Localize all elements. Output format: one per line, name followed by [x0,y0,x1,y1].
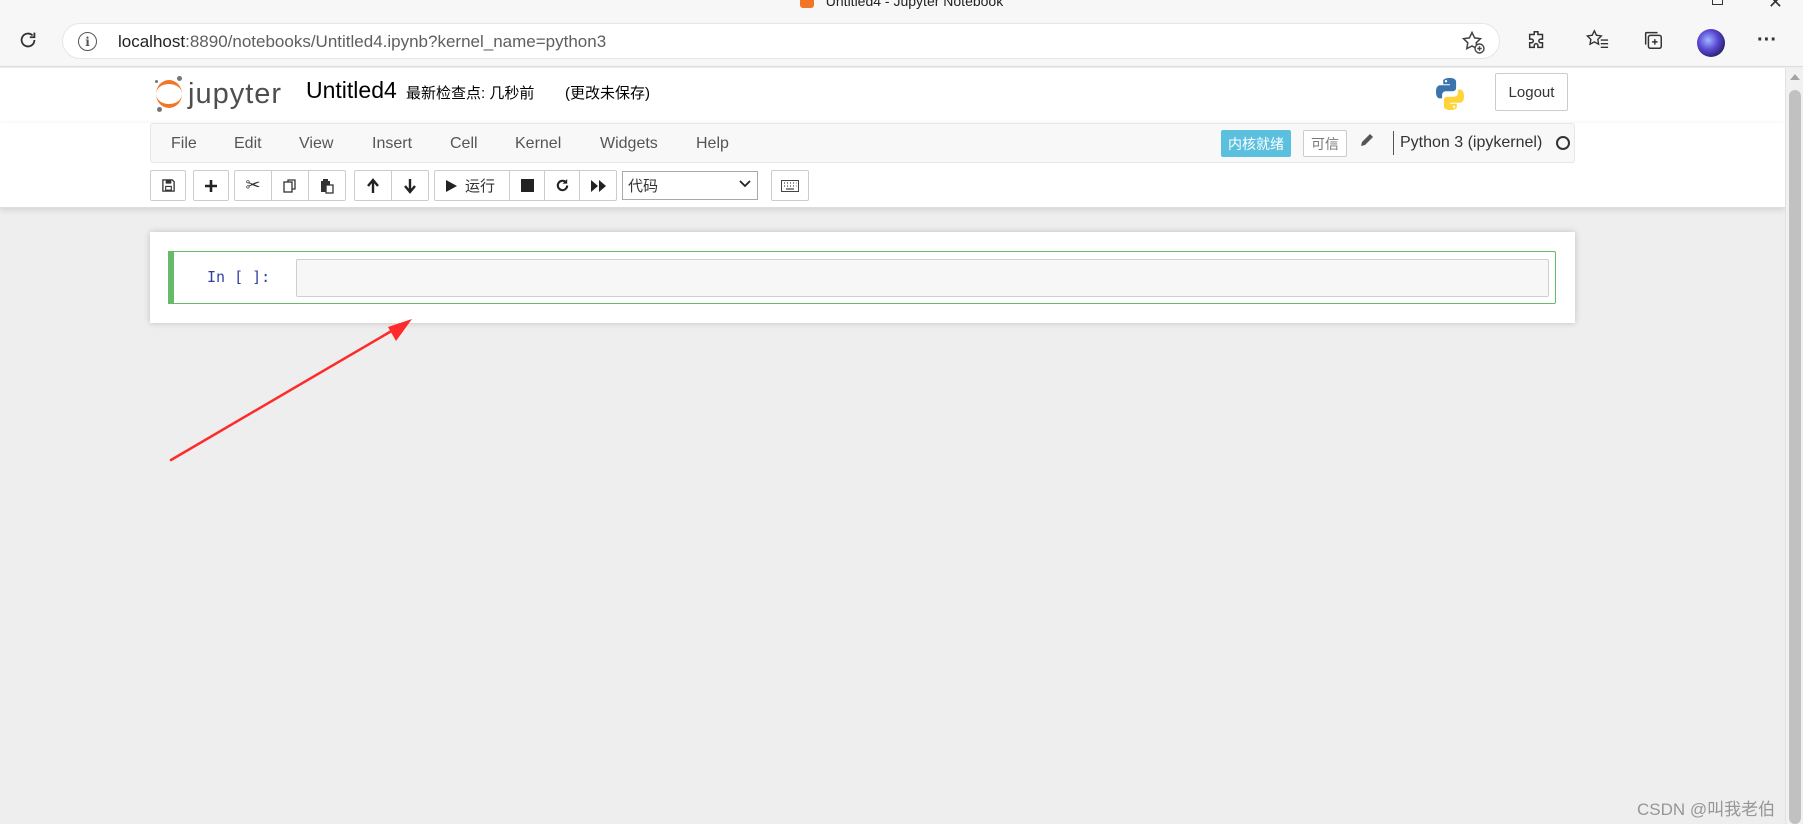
kernel-status-badge: 内核就绪 [1221,130,1291,157]
reload-icon[interactable] [13,25,43,55]
scrollbar-thumb[interactable] [1789,90,1801,824]
restart-icon [556,178,568,192]
checkpoint-status: 最新检查点: 几秒前 [406,85,535,102]
jupyter-logo-icon [154,76,184,112]
move-cell-up-button[interactable] [354,170,392,201]
python-logo-icon [1432,76,1468,112]
scroll-up-arrow-icon[interactable] [1790,74,1800,80]
csdn-watermark: CSDN @叫我老伯 [1637,800,1776,819]
trusted-badge[interactable]: 可信 [1303,130,1347,157]
browser-toolbar: i localhost:8890/notebooks/Untitled4.ipy… [0,12,1803,67]
fast-forward-icon [590,179,606,192]
jupyter-logo-text: jupyter [188,77,283,110]
annotation-arrow [169,319,412,462]
menubar: File Edit View Insert Cell Kernel Widget… [150,123,1575,163]
page-scrollbar[interactable] [1785,68,1803,824]
more-options-icon[interactable]: ··· [1752,25,1782,55]
play-icon [446,179,457,192]
extensions-icon[interactable] [1522,25,1552,55]
url-host: localhost [118,32,186,51]
restart-kernel-button[interactable] [544,170,580,201]
keyboard-icon [781,179,799,192]
paste-cell-button[interactable] [308,170,346,201]
menu-insert[interactable]: Insert [372,135,412,153]
insert-cell-button[interactable] [193,170,229,201]
paste-icon [321,178,334,194]
site-info-icon[interactable]: i [78,32,97,51]
window-title: Untitled4 - Jupyter Notebook [0,0,1803,9]
menu-file[interactable]: File [171,135,197,153]
address-bar[interactable]: i localhost:8890/notebooks/Untitled4.ipy… [62,23,1500,59]
copy-cell-button[interactable] [271,170,309,201]
jupyter-favicon-icon [799,0,814,8]
kernel-name[interactable]: Python 3 (ipykernel) [1400,134,1542,152]
restart-run-all-button[interactable] [579,170,617,201]
save-button[interactable] [150,170,186,201]
run-button-label: 运行 [465,178,496,195]
menu-view[interactable]: View [299,135,333,153]
url-text[interactable]: localhost:8890/notebooks/Untitled4.ipynb… [118,32,606,52]
input-prompt: In [ ]: [207,268,271,286]
cell-type-select[interactable]: 代码 [622,171,758,200]
cell-selection-bar [168,251,174,304]
edit-mode-pencil-icon [1359,132,1375,153]
arrow-down-icon [404,178,416,194]
url-path: :8890/notebooks/Untitled4.ipynb?kernel_n… [185,32,607,51]
collections-icon[interactable] [1638,25,1668,55]
menu-cell[interactable]: Cell [450,135,478,153]
copy-icon [283,178,296,193]
add-favorite-icon[interactable] [1461,30,1485,60]
menu-edit[interactable]: Edit [234,135,262,153]
restore-window-icon[interactable] [1712,0,1723,5]
kernel-separator [1393,131,1394,155]
profile-avatar[interactable] [1697,29,1725,57]
jupyter-header: jupyter Untitled4 最新检查点: 几秒前 (更改未保存) Log… [0,68,1785,123]
autosave-status: (更改未保存) [565,85,650,102]
window-titlebar: Untitled4 - Jupyter Notebook ✕ [0,0,1803,12]
menu-kernel[interactable]: Kernel [515,135,561,153]
cut-cell-button[interactable]: ✂ [234,170,272,201]
kernel-idle-indicator-icon [1556,136,1570,150]
notebook-name[interactable]: Untitled4 [306,77,397,104]
interrupt-kernel-button[interactable] [509,170,545,201]
arrow-up-icon [367,177,379,193]
cell-type-value: 代码 [628,178,659,195]
command-palette-button[interactable] [771,170,809,201]
close-window-icon[interactable]: ✕ [1768,0,1783,12]
run-cell-button[interactable]: 运行 [434,170,510,201]
menu-widgets[interactable]: Widgets [600,135,658,153]
logout-button[interactable]: Logout [1495,73,1568,111]
favorites-icon[interactable] [1583,25,1613,55]
window-title-text: Untitled4 - Jupyter Notebook [825,0,1004,9]
stop-icon [520,179,534,192]
chevron-down-icon [739,177,751,192]
move-cell-down-button[interactable] [391,170,429,201]
menu-help[interactable]: Help [696,135,729,153]
code-cell[interactable]: In [ ]: [168,251,1556,304]
scissors-icon: ✂ [245,175,261,195]
jupyter-logo[interactable]: jupyter [154,74,282,114]
code-cell-input[interactable] [296,259,1549,297]
